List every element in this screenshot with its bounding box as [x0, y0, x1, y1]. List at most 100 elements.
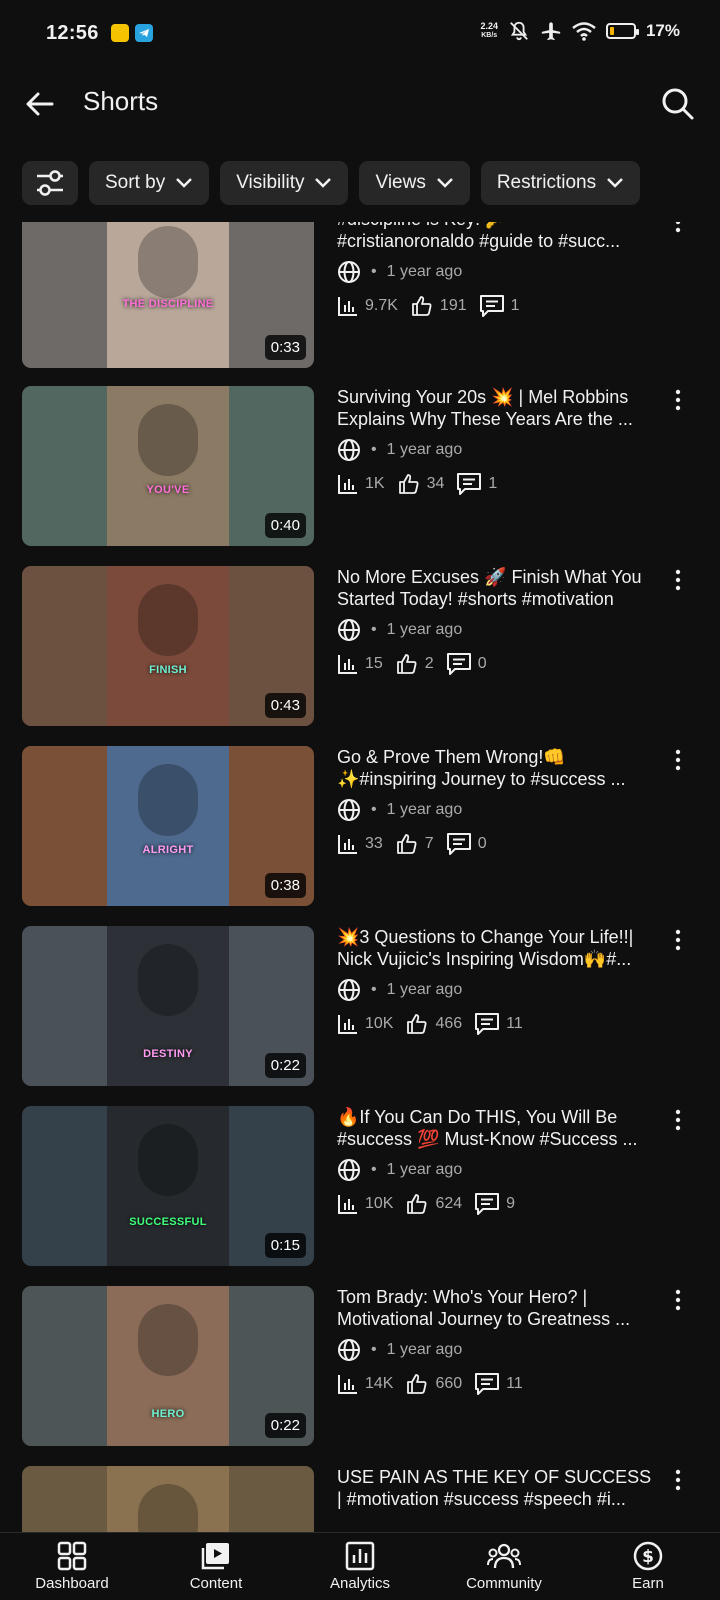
video-thumbnail[interactable]: ALRIGHT 0:38 [22, 746, 314, 906]
nav-content[interactable]: Content [144, 1533, 288, 1600]
thumbnail-image: YOU'VE [107, 386, 229, 546]
video-title[interactable]: 💥3 Questions to Change Your Life!!| Nick… [337, 926, 657, 970]
thumbnail-caption: ALRIGHT [142, 844, 194, 856]
more-vert-icon[interactable] [670, 568, 686, 592]
likes-stat: 2 [395, 652, 434, 676]
video-thumbnail[interactable]: YOU'VE 0:40 [22, 386, 314, 546]
video-duration: 0:22 [264, 1053, 306, 1078]
video-row[interactable]: HERO 0:22 Tom Brady: Who's Your Hero? | … [0, 1286, 720, 1448]
chevron-down-icon [436, 178, 453, 188]
views-chip[interactable]: Views [359, 161, 470, 205]
nav-dashboard[interactable]: Dashboard [0, 1533, 144, 1600]
views-stat: 10K [337, 1193, 393, 1215]
video-row[interactable]: FINISH 0:43 No More Excuses 🚀 Finish Wha… [0, 566, 720, 728]
battery-percent: 17% [645, 21, 680, 40]
video-title-line: Explains Why These Years Are the ... [337, 409, 633, 429]
more-vert-icon[interactable] [670, 1288, 686, 1312]
video-thumbnail[interactable] [22, 1466, 314, 1532]
nav-label: Dashboard [35, 1575, 109, 1592]
video-title-line: Nick Vujicic's Inspiring Wisdom🙌#... [337, 949, 632, 969]
more-vert-icon[interactable] [670, 928, 686, 952]
meta-separator-dot: • [371, 1161, 377, 1178]
restrictions-chip[interactable]: Restrictions [480, 161, 641, 205]
more-vert-icon[interactable] [670, 748, 686, 772]
meta-separator-dot: • [371, 263, 377, 280]
chip-label: Restrictions [496, 172, 597, 193]
nav-community[interactable]: Community [432, 1533, 576, 1600]
chevron-down-icon [607, 178, 623, 188]
more-vert-icon[interactable] [670, 388, 686, 412]
video-duration: 0:33 [264, 335, 306, 360]
search-icon[interactable] [658, 84, 696, 122]
thumbnail-face [138, 226, 198, 298]
thumbnail-face [138, 764, 198, 836]
video-duration: 0:43 [264, 693, 306, 718]
video-row[interactable]: YOU'VE 0:40 Surviving Your 20s 💥 | Mel R… [0, 386, 720, 548]
bottom-nav: Dashboard Content Analytics Community $ … [0, 1532, 720, 1600]
bar-chart-icon [338, 475, 357, 494]
filter-settings-button[interactable] [22, 161, 78, 205]
community-icon [487, 1543, 521, 1569]
video-title[interactable]: USE PAIN AS THE KEY OF SUCCESS | #motiva… [337, 1466, 657, 1510]
arrow-left-icon[interactable] [22, 86, 58, 122]
views-count: 1K [365, 475, 385, 492]
video-thumbnail[interactable]: DESTINY 0:22 [22, 926, 314, 1086]
video-meta: • 1 year ago [337, 798, 462, 822]
globe-icon [338, 1159, 360, 1181]
views-count: 33 [365, 835, 383, 852]
video-title-line: Go & Prove Them Wrong!👊 [337, 747, 566, 767]
nav-earn[interactable]: $ Earn [576, 1533, 720, 1600]
video-meta: • 1 year ago [337, 438, 462, 462]
more-vert-icon[interactable] [670, 222, 686, 234]
thumbs-up-icon [396, 834, 417, 854]
thumbnail-image: SUCCESSFUL [107, 1106, 229, 1266]
notification-app-icon [110, 24, 129, 42]
video-thumbnail[interactable]: FINISH 0:43 [22, 566, 314, 726]
views-count: 14K [365, 1375, 394, 1392]
more-vert-icon[interactable] [670, 1468, 686, 1492]
comments-stat: 1 [456, 472, 497, 496]
page-title: Shorts [83, 86, 159, 116]
video-title[interactable]: Go & Prove Them Wrong!👊 ✨#inspiring Jour… [337, 746, 657, 790]
video-row[interactable]: SUCCESSFUL 0:15 🔥If You Can Do THIS, You… [0, 1106, 720, 1268]
thumbs-up-icon [396, 654, 417, 674]
video-row[interactable]: USE PAIN AS THE KEY OF SUCCESS | #motiva… [0, 1466, 720, 1532]
video-title[interactable]: Tom Brady: Who's Your Hero? | Motivation… [337, 1286, 657, 1330]
globe-icon [338, 799, 360, 821]
video-age: 1 year ago [386, 1161, 463, 1178]
sort-by-chip[interactable]: Sort by [89, 161, 210, 205]
video-stats: 10K 624 9 [337, 1192, 527, 1216]
nav-analytics[interactable]: Analytics [288, 1533, 432, 1600]
video-title-line: Motivational Journey to Greatness ... [337, 1309, 631, 1329]
thumbnail-image: DESTINY [107, 926, 229, 1086]
video-row[interactable]: ALRIGHT 0:38 Go & Prove Them Wrong!👊 ✨#i… [0, 746, 720, 908]
video-thumbnail[interactable]: HERO 0:22 [22, 1286, 314, 1446]
status-bar: 12:56 2.24 KB/s 17% [0, 0, 720, 66]
comment-icon [479, 295, 504, 317]
video-title[interactable]: #discipline is Key! 🔑 #cristianoronaldo … [337, 222, 657, 252]
thumbnail-image: HERO [107, 1286, 229, 1446]
video-meta: • 1 year ago [337, 260, 462, 284]
comment-icon [475, 1013, 500, 1035]
thumbs-up-icon [398, 474, 419, 494]
more-vert-icon[interactable] [670, 1108, 686, 1132]
nav-label: Earn [632, 1575, 664, 1592]
meta-separator-dot: • [371, 621, 377, 638]
thumbnail-image: THE DISCIPLINE [107, 222, 229, 368]
video-title[interactable]: No More Excuses 🚀 Finish What You Starte… [337, 566, 657, 610]
video-thumbnail[interactable]: SUCCESSFUL 0:15 [22, 1106, 314, 1266]
comments-count: 11 [506, 1375, 523, 1392]
comments-stat: 11 [474, 1012, 523, 1036]
video-row[interactable]: THE DISCIPLINE 0:33 #discipline is Key! … [0, 222, 720, 370]
video-thumbnail[interactable]: THE DISCIPLINE 0:33 [22, 222, 314, 368]
video-stats: 33 7 0 [337, 832, 499, 856]
thumbnail-face [138, 584, 198, 656]
video-title[interactable]: Surviving Your 20s 💥 | Mel Robbins Expla… [337, 386, 657, 430]
visibility-chip[interactable]: Visibility [220, 161, 349, 205]
views-count: 10K [365, 1195, 394, 1212]
bar-chart-icon [338, 297, 357, 316]
video-title[interactable]: 🔥If You Can Do THIS, You Will Be #succes… [337, 1106, 657, 1150]
video-row[interactable]: DESTINY 0:22 💥3 Questions to Change Your… [0, 926, 720, 1088]
telegram-icon [134, 24, 153, 42]
video-age: 1 year ago [386, 801, 463, 818]
